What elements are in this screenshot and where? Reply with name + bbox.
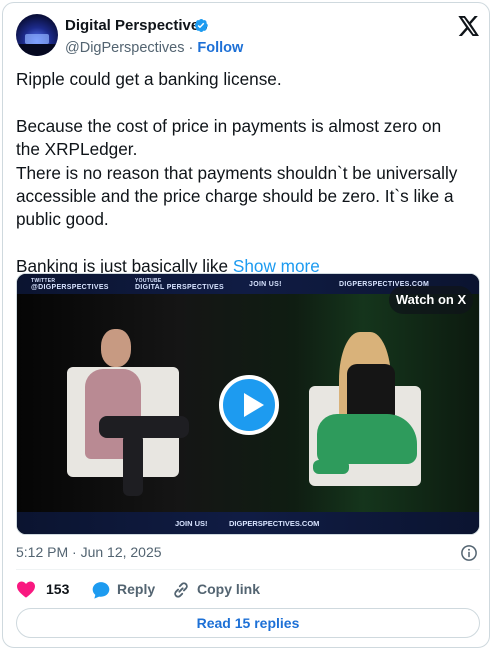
x-logo-icon[interactable] — [458, 16, 480, 36]
video-player[interactable]: TWITTER @DIGPERSPECTIVES YOUTUBE DIGITAL… — [16, 273, 480, 535]
author-handle[interactable]: @DigPerspectives — [65, 40, 184, 56]
separator: · — [188, 40, 194, 56]
banner-bottom-site: DIGPERSPECTIVES.COM — [229, 519, 320, 528]
left-speaker-legs — [99, 416, 189, 438]
verified-badge-icon — [194, 19, 208, 32]
like-button[interactable]: 153 — [16, 579, 76, 599]
copy-link-label: Copy link — [197, 581, 261, 597]
avatar[interactable] — [16, 14, 58, 56]
right-speaker-leg — [313, 460, 349, 474]
handle-row: @DigPerspectives · Follow — [65, 40, 243, 56]
divider — [16, 569, 480, 570]
follow-button[interactable]: Follow — [197, 40, 243, 56]
play-icon[interactable] — [219, 375, 279, 435]
likes-count: 153 — [46, 581, 70, 597]
right-speaker-trousers — [317, 414, 417, 464]
info-icon[interactable] — [460, 544, 478, 562]
reply-label: Reply — [117, 581, 156, 597]
timestamp[interactable]: 5:12 PM · Jun 12, 2025 — [16, 544, 162, 560]
tweet-line: There is no reason that payments shouldn… — [16, 162, 458, 183]
left-speaker-lower-leg — [123, 434, 143, 496]
banner-bottom-join: JOIN US! — [175, 519, 208, 528]
banner-twitter-handle: @DIGPERSPECTIVES — [31, 284, 109, 291]
tweet-line: public good. — [16, 209, 109, 230]
banner-join: JOIN US! — [249, 281, 282, 288]
reply-bubble-icon — [92, 582, 110, 599]
tweet-line: accessible and the price charge should b… — [16, 186, 454, 207]
tweet-text: Ripple could get a banking license. Beca… — [16, 68, 484, 279]
tweet-card: Digital Perspectives @DigPerspectives · … — [2, 2, 490, 648]
tweet-line: the XRPLedger. — [16, 139, 138, 160]
left-speaker-head — [101, 329, 131, 367]
video-banner-bottom: JOIN US! DIGPERSPECTIVES.COM — [17, 512, 479, 534]
reply-button[interactable]: Reply — [91, 579, 171, 599]
watch-on-x-button[interactable]: Watch on X — [389, 286, 473, 314]
link-icon — [174, 582, 188, 598]
read-replies-button[interactable]: Read 15 replies — [16, 608, 480, 638]
tweet-line: Because the cost of price in payments is… — [16, 115, 442, 136]
author-name[interactable]: Digital Perspectives — [65, 17, 208, 34]
banner-youtube-name: DIGITAL PERSPECTIVES — [135, 284, 224, 291]
copy-link-button[interactable]: Copy link — [171, 579, 271, 599]
tweet-line: Ripple could get a banking license. — [16, 69, 282, 89]
heart-icon — [17, 581, 35, 598]
